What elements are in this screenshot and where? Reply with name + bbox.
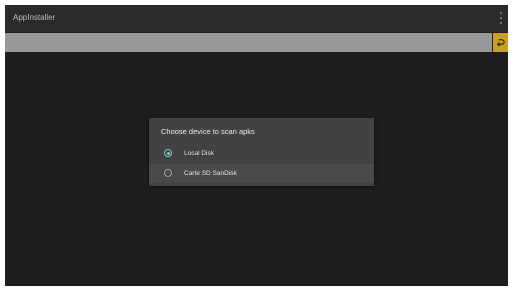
title-bar: AppInstaller bbox=[5, 5, 508, 32]
more-vert-icon[interactable] bbox=[499, 12, 503, 24]
path-bar[interactable] bbox=[5, 33, 492, 52]
app-title: AppInstaller bbox=[13, 13, 56, 22]
scan-device-dialog: Choose device to scan apks Local Disk Ca… bbox=[149, 118, 374, 186]
app-screen: AppInstaller Choose device to scan apks … bbox=[5, 5, 508, 286]
radio-unchecked-icon[interactable] bbox=[164, 169, 172, 177]
dialog-title: Choose device to scan apks bbox=[161, 127, 255, 136]
return-arrow-icon bbox=[496, 39, 505, 47]
option-sd-card[interactable]: Carte SD SanDisk bbox=[149, 164, 374, 183]
radio-checked-icon[interactable] bbox=[164, 149, 172, 157]
back-button[interactable] bbox=[493, 33, 508, 52]
option-label: Carte SD SanDisk bbox=[184, 170, 237, 177]
overflow-dot bbox=[500, 17, 502, 19]
overflow-dot bbox=[500, 22, 502, 24]
option-local-disk[interactable]: Local Disk bbox=[149, 144, 374, 163]
option-label: Local Disk bbox=[184, 150, 214, 157]
overflow-dot bbox=[500, 12, 502, 14]
